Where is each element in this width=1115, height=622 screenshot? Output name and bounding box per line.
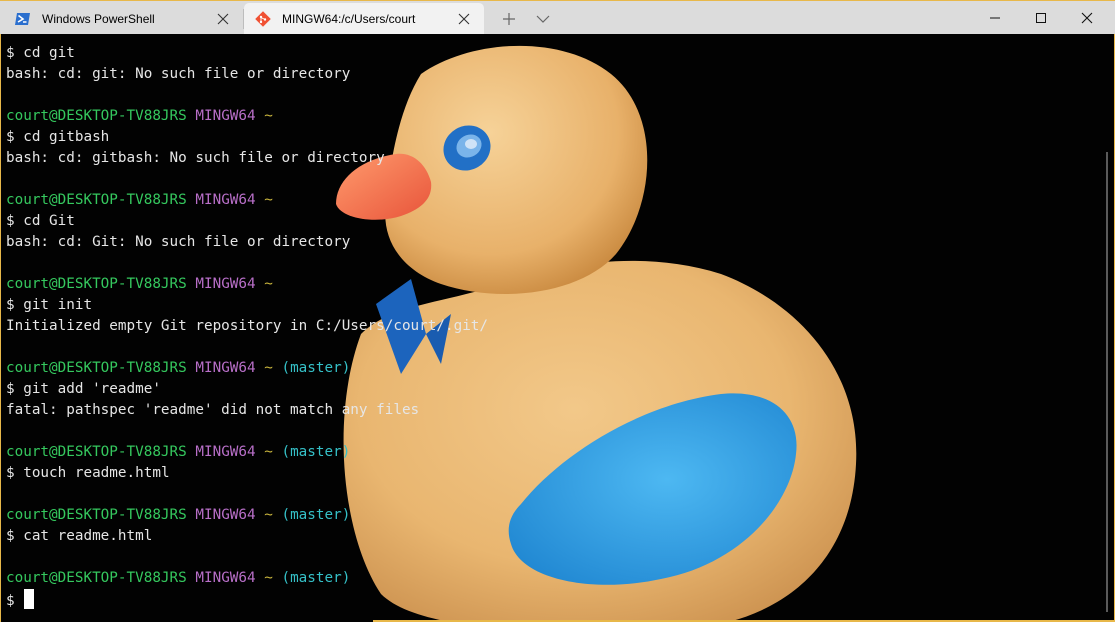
prompt-user-host: court@DESKTOP-TV88JRS — [6, 570, 187, 586]
plus-icon — [503, 13, 515, 25]
prompt-symbol: $ — [6, 129, 15, 145]
command-text: git add 'readme' — [23, 381, 161, 397]
minimize-button[interactable] — [972, 1, 1018, 34]
terminal-output[interactable]: $ cd git bash: cd: git: No such file or d… — [0, 34, 1115, 622]
prompt-symbol: $ — [6, 381, 15, 397]
text-cursor — [23, 589, 34, 609]
prompt-path: ~ — [264, 507, 273, 523]
prompt-path: ~ — [264, 360, 273, 376]
input-line[interactable]: $ — [6, 589, 1086, 610]
command-line: $ git add 'readme' — [6, 379, 1086, 400]
close-icon — [1081, 12, 1093, 23]
prompt-path: ~ — [264, 276, 273, 292]
prompt-path: ~ — [264, 570, 273, 586]
prompt-user-host: court@DESKTOP-TV88JRS — [6, 192, 187, 208]
prompt-line: court@DESKTOP-TV88JRS MINGW64 ~ (master) — [6, 358, 1086, 379]
output-text: bash: cd: gitbash: No such file or direc… — [6, 150, 385, 166]
prompt-symbol: $ — [6, 45, 15, 61]
command-text: cat readme.html — [23, 528, 153, 544]
output-text: bash: cd: git: No such file or directory — [6, 66, 351, 82]
minimize-icon — [990, 17, 1000, 18]
prompt-symbol: $ — [6, 465, 15, 481]
output-text: Initialized empty Git repository in C:/U… — [6, 318, 489, 334]
prompt-branch: (master) — [281, 570, 351, 586]
command-line: $ cd gitbash — [6, 127, 1086, 148]
tab-title: Windows PowerShell — [42, 12, 155, 26]
prompt-user-host: court@DESKTOP-TV88JRS — [6, 507, 187, 523]
tab-mingw64[interactable]: MINGW64:/c/Users/court — [244, 3, 484, 35]
command-line: $ cd git — [6, 43, 1086, 64]
scrollbar[interactable] — [1106, 152, 1108, 612]
prompt-line: court@DESKTOP-TV88JRS MINGW64 ~ — [6, 106, 1086, 127]
prompt-path: ~ — [264, 444, 273, 460]
tab-windows-powershell[interactable]: Windows PowerShell — [0, 3, 243, 35]
prompt-system: MINGW64 — [195, 192, 256, 208]
prompt-user-host: court@DESKTOP-TV88JRS — [6, 444, 187, 460]
output-line: bash: cd: git: No such file or directory — [6, 64, 1086, 85]
prompt-line: court@DESKTOP-TV88JRS MINGW64 ~ (master) — [6, 568, 1086, 589]
close-tab-icon[interactable] — [455, 10, 473, 28]
output-text: fatal: pathspec 'readme' did not match a… — [6, 402, 420, 418]
prompt-line: court@DESKTOP-TV88JRS MINGW64 ~ (master) — [6, 442, 1086, 463]
prompt-symbol: $ — [6, 213, 15, 229]
prompt-user-host: court@DESKTOP-TV88JRS — [6, 276, 187, 292]
command-line: $ cat readme.html — [6, 526, 1086, 547]
terminal-window: Windows PowerShell MINGW64:/c/Users/cour… — [0, 0, 1115, 622]
prompt-system: MINGW64 — [195, 570, 256, 586]
output-line: bash: cd: gitbash: No such file or direc… — [6, 148, 1086, 169]
output-text: bash: cd: Git: No such file or directory — [6, 234, 351, 250]
output-line: fatal: pathspec 'readme' did not match a… — [6, 400, 1086, 421]
prompt-line: court@DESKTOP-TV88JRS MINGW64 ~ (master) — [6, 505, 1086, 526]
tab-dropdown-button[interactable] — [532, 8, 554, 30]
command-line: $ git init — [6, 295, 1086, 316]
terminal-text-area[interactable]: $ cd git bash: cd: git: No such file or d… — [6, 43, 1086, 610]
output-line: bash: cd: Git: No such file or directory — [6, 232, 1086, 253]
prompt-user-host: court@DESKTOP-TV88JRS — [6, 360, 187, 376]
title-bar: Windows PowerShell MINGW64:/c/Users/cour… — [0, 0, 1115, 35]
prompt-system: MINGW64 — [195, 507, 256, 523]
close-window-button[interactable] — [1064, 1, 1110, 34]
chevron-down-icon — [536, 15, 550, 23]
command-text: git init — [23, 297, 93, 313]
prompt-system: MINGW64 — [195, 360, 256, 376]
prompt-branch: (master) — [281, 444, 351, 460]
tab-title: MINGW64:/c/Users/court — [282, 12, 416, 26]
prompt-symbol: $ — [6, 297, 15, 313]
close-tab-icon[interactable] — [214, 10, 232, 28]
command-text: touch readme.html — [23, 465, 170, 481]
prompt-user-host: court@DESKTOP-TV88JRS — [6, 108, 187, 124]
prompt-line: court@DESKTOP-TV88JRS MINGW64 ~ — [6, 274, 1086, 295]
prompt-branch: (master) — [281, 507, 351, 523]
command-line: $ cd Git — [6, 211, 1086, 232]
command-text: cd git — [23, 45, 75, 61]
prompt-system: MINGW64 — [195, 444, 256, 460]
prompt-system: MINGW64 — [195, 108, 256, 124]
prompt-symbol: $ — [6, 593, 15, 609]
prompt-path: ~ — [264, 192, 273, 208]
powershell-icon — [15, 11, 31, 27]
maximize-icon — [1036, 12, 1046, 23]
prompt-path: ~ — [264, 108, 273, 124]
command-text: cd Git — [23, 213, 75, 229]
prompt-line: court@DESKTOP-TV88JRS MINGW64 ~ — [6, 190, 1086, 211]
prompt-branch: (master) — [281, 360, 351, 376]
command-text: cd gitbash — [23, 129, 110, 145]
maximize-button[interactable] — [1018, 1, 1064, 34]
new-tab-button[interactable] — [498, 8, 520, 30]
prompt-system: MINGW64 — [195, 276, 256, 292]
git-icon — [255, 11, 271, 27]
prompt-symbol: $ — [6, 528, 15, 544]
output-line: Initialized empty Git repository in C:/U… — [6, 316, 1086, 337]
command-line: $ touch readme.html — [6, 463, 1086, 484]
